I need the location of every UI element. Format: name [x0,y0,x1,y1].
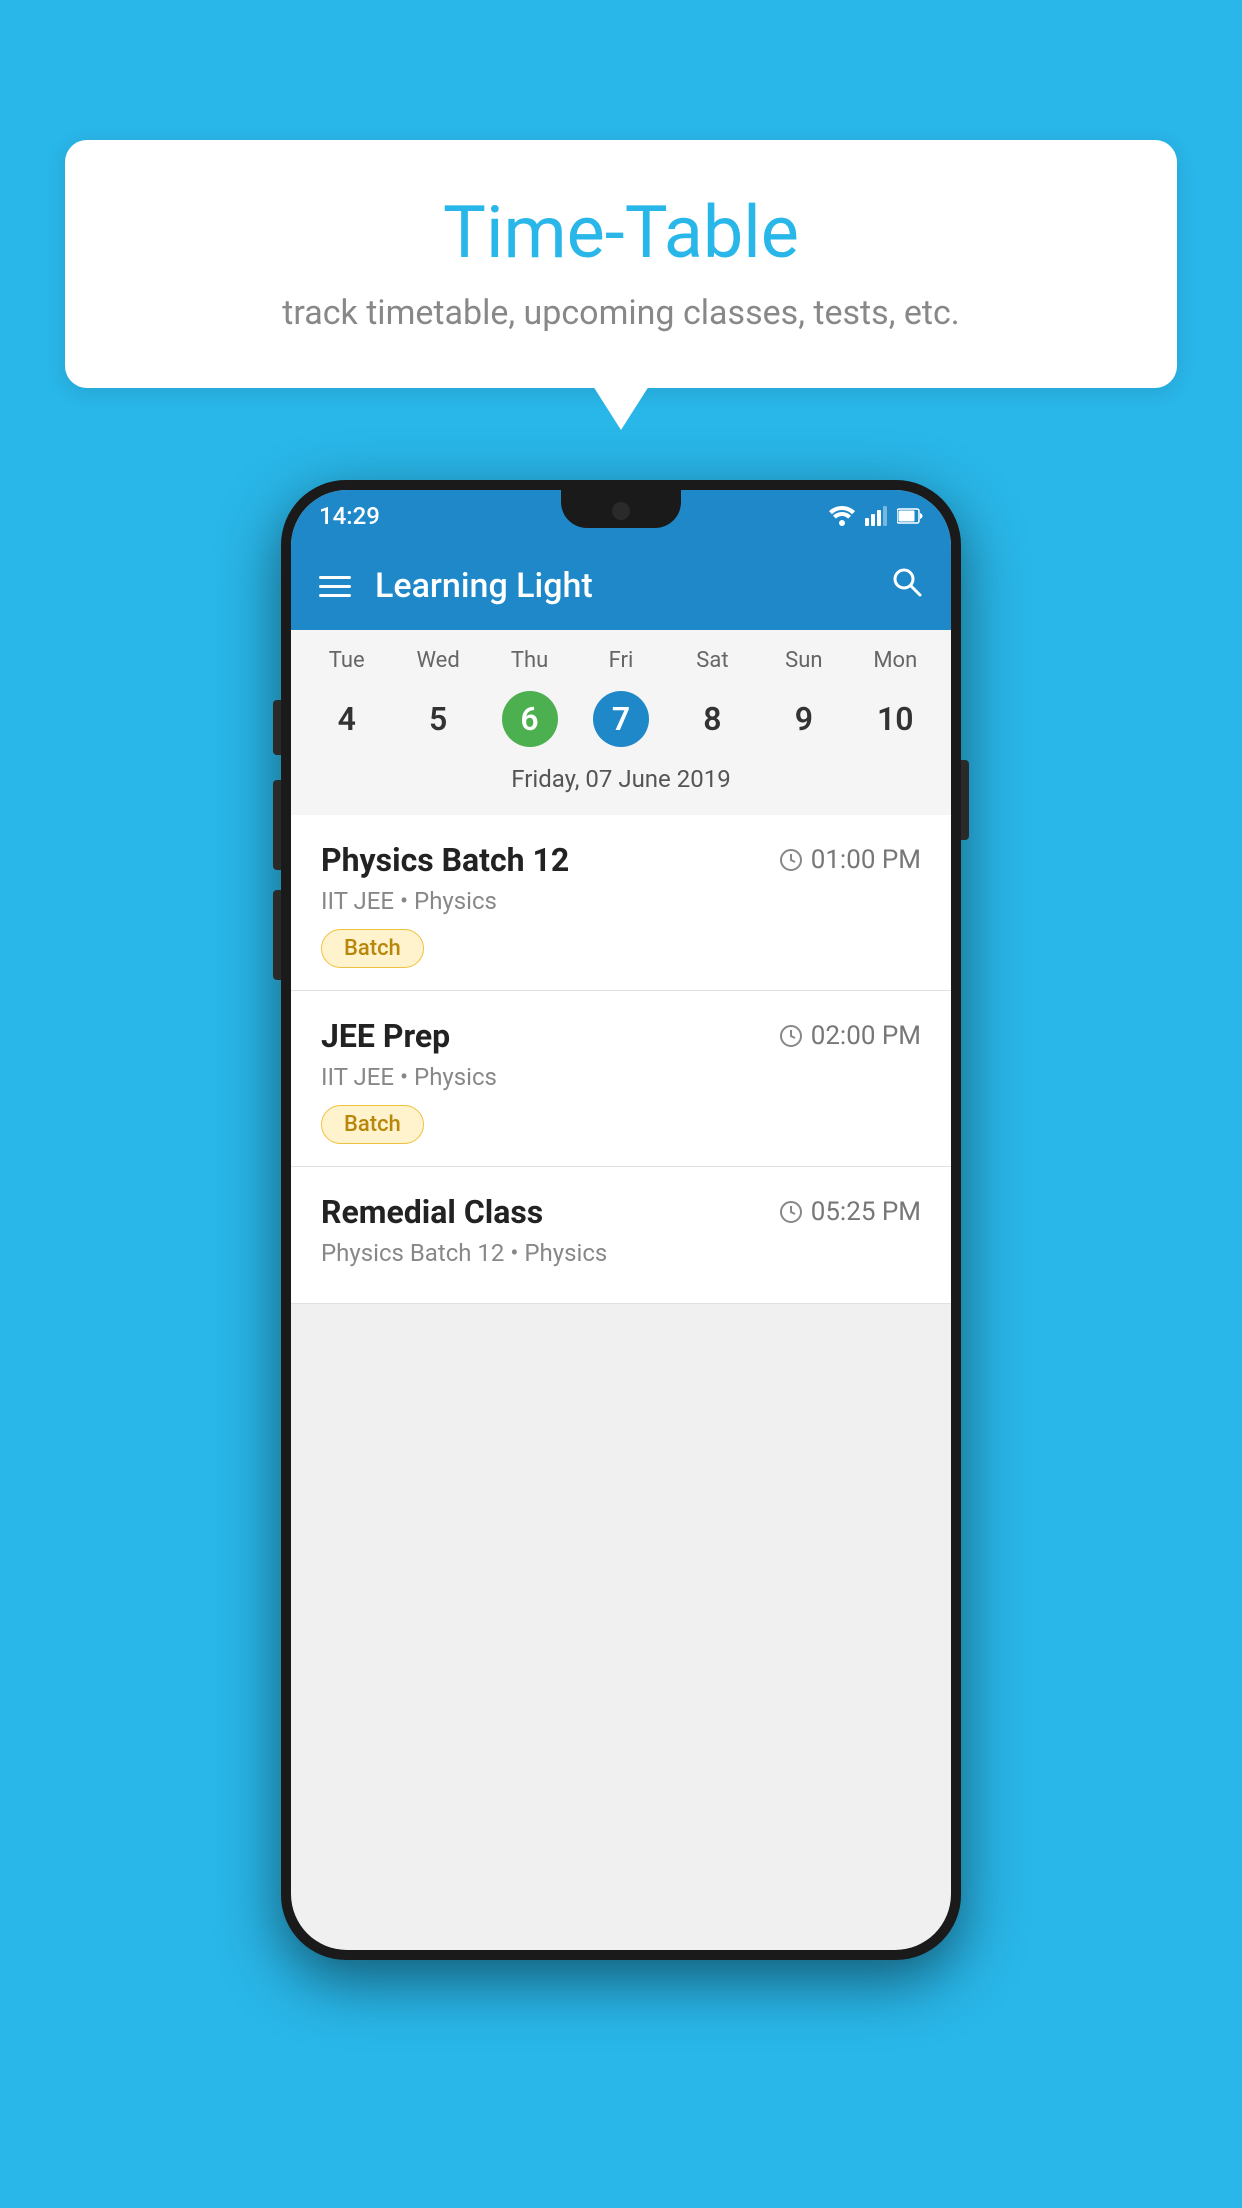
selected-date-label: Friday, 07 June 2019 [291,755,951,809]
day-numbers: 45678910 [291,683,951,755]
speech-bubble-container: Time-Table track timetable, upcoming cla… [65,140,1177,388]
schedule-subtitle-1: IIT JEE • Physics [321,1063,921,1091]
schedule-title-0: Physics Batch 12 [321,841,569,879]
day-header-sat[interactable]: Sat [667,648,758,683]
phone-notch [561,490,681,528]
clock-icon [779,848,803,872]
hamburger-line-1 [319,576,351,579]
schedule-time-0: 01:00 PM [779,845,921,875]
signal-icon [865,506,887,526]
status-icons [829,506,923,526]
day-header-fri[interactable]: Fri [575,648,666,683]
speech-bubble: Time-Table track timetable, upcoming cla… [65,140,1177,388]
power-button [961,760,969,840]
schedule-time-2: 05:25 PM [779,1197,921,1227]
phone-camera [612,502,630,520]
batch-badge-1: Batch [321,1105,424,1144]
day-number-9[interactable]: 9 [758,683,849,755]
app-bar: Learning Light [291,542,951,630]
schedule-item-header-0: Physics Batch 12 01:00 PM [321,841,921,879]
schedule-item-header-1: JEE Prep 02:00 PM [321,1017,921,1055]
schedule-item-header-2: Remedial Class 05:25 PM [321,1193,921,1231]
day-header-wed[interactable]: Wed [392,648,483,683]
day-header-thu[interactable]: Thu [484,648,575,683]
schedule-title-2: Remedial Class [321,1193,543,1231]
batch-badge-0: Batch [321,929,424,968]
schedule-subtitle-2: Physics Batch 12 • Physics [321,1239,921,1267]
left-button-top [273,700,281,755]
schedule-item-2[interactable]: Remedial Class 05:25 PM Physics Batch 12 … [291,1167,951,1304]
schedule-list: Physics Batch 12 01:00 PM IIT JEE • Physi… [291,815,951,1304]
volume-down-button [273,890,281,980]
day-number-10[interactable]: 10 [850,683,941,755]
schedule-item-0[interactable]: Physics Batch 12 01:00 PM IIT JEE • Physi… [291,815,951,991]
phone-frame: 14:29 [281,480,961,1960]
schedule-title-1: JEE Prep [321,1017,450,1055]
day-number-5[interactable]: 5 [392,683,483,755]
volume-up-button [273,780,281,870]
day-number-4[interactable]: 4 [301,683,392,755]
day-header-sun[interactable]: Sun [758,648,849,683]
clock-icon [779,1024,803,1048]
day-number-6[interactable]: 6 [484,683,575,755]
menu-button[interactable] [319,576,351,597]
day-number-7[interactable]: 7 [575,683,666,755]
status-time: 14:29 [319,502,380,530]
search-icon [891,566,923,598]
day-header-mon[interactable]: Mon [850,648,941,683]
day-number-8[interactable]: 8 [667,683,758,755]
bubble-title: Time-Table [125,190,1117,275]
phone-screen: 14:29 [291,490,951,1950]
app-bar-title: Learning Light [375,566,891,606]
hamburger-line-3 [319,594,351,597]
hamburger-line-2 [319,585,351,588]
clock-icon [779,1200,803,1224]
schedule-time-1: 02:00 PM [779,1021,921,1051]
day-header-tue[interactable]: Tue [301,648,392,683]
schedule-subtitle-0: IIT JEE • Physics [321,887,921,915]
search-button[interactable] [891,566,923,606]
phone-mockup: 14:29 [281,480,961,1960]
day-headers: TueWedThuFriSatSunMon [291,648,951,683]
schedule-item-1[interactable]: JEE Prep 02:00 PM IIT JEE • Physics Batch [291,991,951,1167]
calendar-strip: TueWedThuFriSatSunMon 45678910 Friday, 0… [291,630,951,815]
wifi-icon [829,506,855,526]
battery-icon [897,508,923,524]
bubble-subtitle: track timetable, upcoming classes, tests… [125,293,1117,333]
